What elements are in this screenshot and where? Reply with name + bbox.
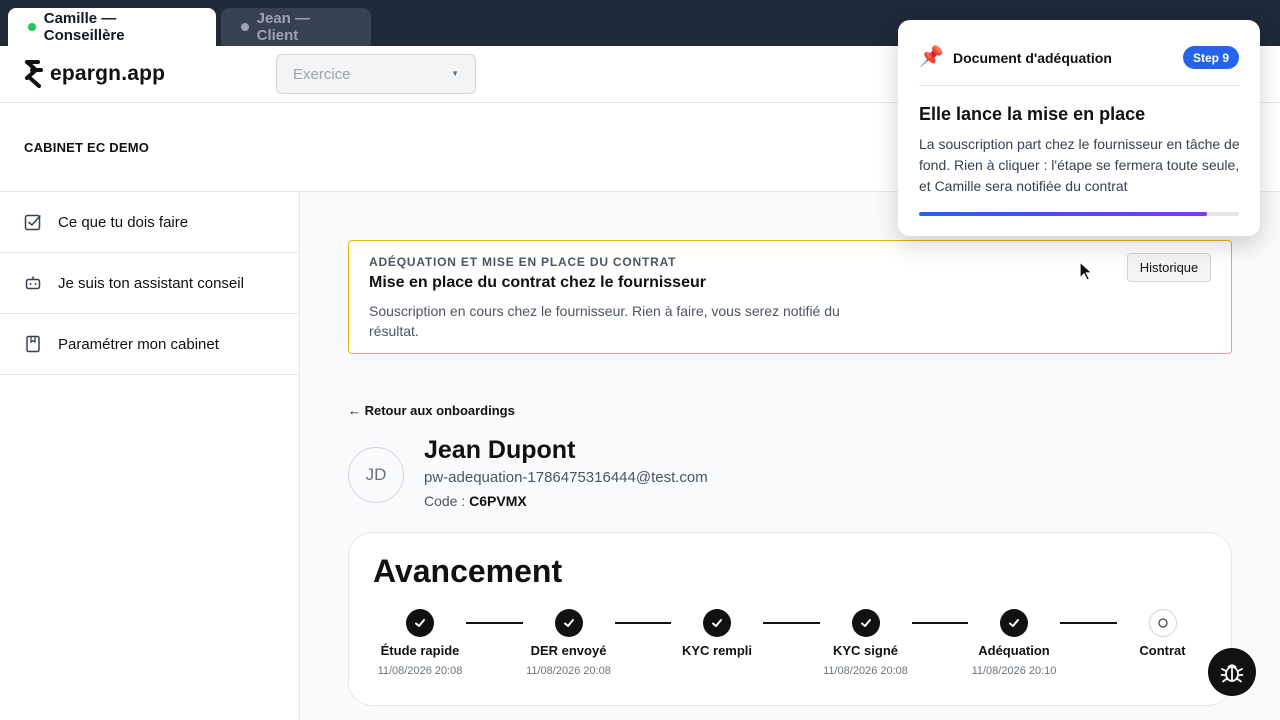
step-pending-indicator: [1148, 609, 1177, 637]
cabinet-name: CABINET EC DEMO: [24, 140, 150, 155]
history-button[interactable]: Historique: [1127, 253, 1211, 282]
mouse-cursor-icon: [1079, 261, 1094, 281]
sidebar-item-label: Je suis ton assistant conseil: [58, 274, 244, 292]
step-label: Contrat: [1139, 643, 1186, 658]
step-date: 11/08/2026 20:08: [823, 665, 908, 677]
client-code-label: Code :: [424, 493, 466, 509]
step-date: 11/08/2026 20:10: [971, 665, 1057, 677]
progress-stepper: Étude rapide 11/08/2026 20:08 DER envoyé 11…: [349, 533, 1233, 707]
sidebar-item-settings[interactable]: Paramétrer mon cabinet: [0, 314, 299, 375]
sidebar-item-assistant[interactable]: Je suis ton assistant conseil: [0, 253, 299, 314]
exercise-select[interactable]: Exercice ▼: [276, 54, 476, 94]
offline-status-dot: [241, 23, 249, 31]
tab-label: Camille — Conseillère: [43, 10, 125, 44]
banner-description: Souscription en cours chez le fournisseu…: [369, 303, 840, 339]
step-complete-indicator: [406, 609, 434, 637]
step-complete-indicator: [1000, 609, 1028, 637]
progress-card: Avancement Étude rapide 11/08/2026 20:08 D…: [348, 532, 1232, 706]
tab-jean[interactable]: Jean — Client: [221, 8, 371, 46]
check-icon: [712, 619, 722, 627]
tour-title: Elle lance la mise en place: [919, 104, 1146, 124]
main-content: Adéquation et mise en place du contrat M…: [300, 192, 1280, 720]
step-connector: [614, 622, 671, 624]
client-code: Code : C6PVMX: [424, 493, 527, 509]
app-logo[interactable]: epargn.app: [24, 58, 165, 90]
step-label: Adéquation: [978, 643, 1050, 658]
bug-report-button[interactable]: [1208, 648, 1256, 696]
sidebar: Ce que tu dois faire Je suis ton assista…: [0, 192, 300, 720]
step-connector: [1060, 622, 1117, 624]
step-complete-indicator: [554, 609, 583, 637]
step-connector: [911, 622, 968, 624]
client-name: Jean Dupont: [424, 436, 576, 464]
status-banner: Adéquation et mise en place du contrat M…: [348, 240, 1232, 354]
sidebar-item-label: Paramétrer mon cabinet: [58, 335, 219, 353]
tour-progress-fill: [919, 212, 1207, 216]
back-to-onboardings-link[interactable]: ← Retour aux onboardings: [348, 403, 515, 418]
step-label: KYC signé: [832, 643, 898, 658]
step-connector: [763, 622, 820, 624]
circle-outline-icon: [1157, 618, 1168, 628]
checkbox-icon: [24, 213, 42, 231]
logo-text: epargn.app: [50, 62, 166, 85]
robot-icon: [24, 274, 42, 292]
tour-progress-bar: [919, 212, 1239, 216]
step-label: Étude rapide: [380, 643, 460, 658]
logo-mark-icon: [25, 60, 43, 88]
avatar: JD: [348, 447, 404, 503]
tour-heading: Document d'adéquation: [953, 50, 1112, 66]
client-code-value: C6PVMX: [469, 493, 527, 509]
step-complete-indicator: [851, 609, 880, 637]
step-complete-indicator: [703, 609, 731, 637]
sidebar-item-label: Ce que tu dois faire: [58, 213, 189, 231]
check-icon: [563, 619, 574, 627]
step-label: DER envoyé: [530, 643, 607, 658]
pin-icon: 📌: [919, 46, 944, 68]
step-date: 11/08/2026 20:08: [377, 665, 463, 677]
step-date: 11/08/2026 20:08: [526, 665, 611, 677]
check-icon: [415, 619, 425, 627]
check-icon: [860, 619, 871, 627]
tour-popover: 📌 Document d'adéquation Step 9 Elle lanc…: [898, 20, 1260, 236]
step-connector: [466, 622, 523, 624]
chevron-down-icon: ▼: [451, 69, 459, 78]
client-email: pw-adequation-1786475316444@test.com: [424, 469, 708, 486]
step-badge: Step 9: [1182, 46, 1239, 69]
tab-camille[interactable]: Camille — Conseillère: [8, 8, 216, 46]
exercise-select-placeholder: Exercice: [293, 65, 351, 83]
book-icon: [24, 335, 42, 353]
tour-body: La souscription part chez le fournisseur…: [919, 136, 1240, 194]
tour-popover-header: 📌 Document d'adéquation Step 9: [919, 44, 1239, 86]
tab-label: Jean — Client: [256, 10, 310, 44]
online-status-dot: [28, 23, 36, 31]
sidebar-item-todo[interactable]: Ce que tu dois faire: [0, 192, 299, 253]
check-icon: [1009, 619, 1019, 627]
bug-icon: [1220, 664, 1244, 683]
step-label: KYC rempli: [681, 643, 753, 658]
